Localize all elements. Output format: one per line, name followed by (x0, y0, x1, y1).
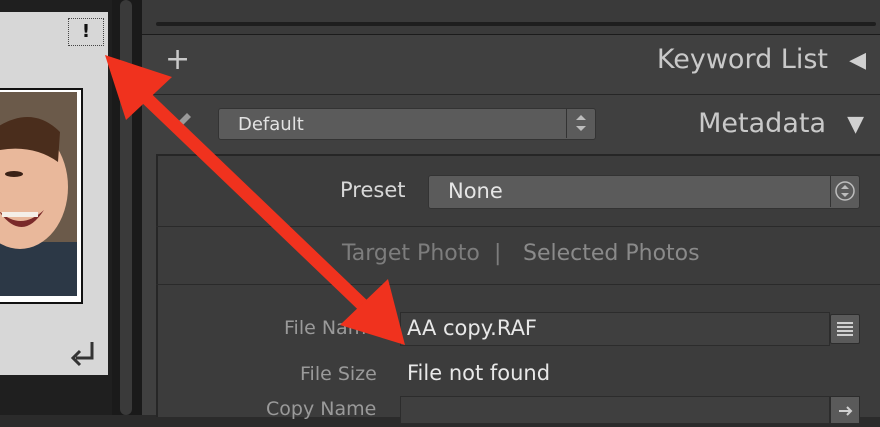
copy-name-field[interactable] (400, 396, 830, 424)
preset-value: None (448, 179, 503, 203)
plus-icon[interactable]: + (165, 42, 190, 77)
collapse-left-icon[interactable]: ◀ (849, 48, 866, 73)
keyword-list-title[interactable]: Keyword List (657, 44, 828, 75)
missing-file-warning-icon[interactable]: ! (68, 18, 104, 46)
list-icon[interactable] (830, 314, 860, 344)
dropdown-stepper-icon[interactable] (566, 108, 595, 138)
preset-stepper-icon[interactable] (830, 175, 859, 207)
pencil-icon[interactable] (172, 110, 194, 132)
file-size-value: File not found (407, 361, 551, 385)
panel-separator (156, 22, 876, 26)
metadata-view-value: Default (238, 114, 304, 135)
file-size-label: File Size (300, 363, 377, 385)
copy-name-label: Copy Name (266, 398, 377, 420)
preset-label: Preset (340, 178, 406, 202)
file-name-label: File Name (284, 317, 378, 339)
divider (156, 284, 880, 285)
target-photo-toggle[interactable]: Target Photo (342, 241, 480, 266)
arrow-right-icon[interactable] (830, 396, 860, 424)
scrollbar[interactable] (120, 0, 132, 415)
previous-panel-footer (142, 0, 880, 35)
selected-photos-toggle[interactable]: Selected Photos (523, 241, 700, 266)
return-arrow-icon[interactable] (66, 336, 102, 372)
toggle-separator: | (494, 241, 502, 266)
photo-thumbnail[interactable] (0, 92, 77, 296)
collapse-down-icon[interactable]: ▼ (847, 112, 864, 137)
metadata-title[interactable]: Metadata (698, 108, 826, 139)
divider (156, 226, 880, 227)
file-name-value: AA copy.RAF (407, 316, 538, 340)
